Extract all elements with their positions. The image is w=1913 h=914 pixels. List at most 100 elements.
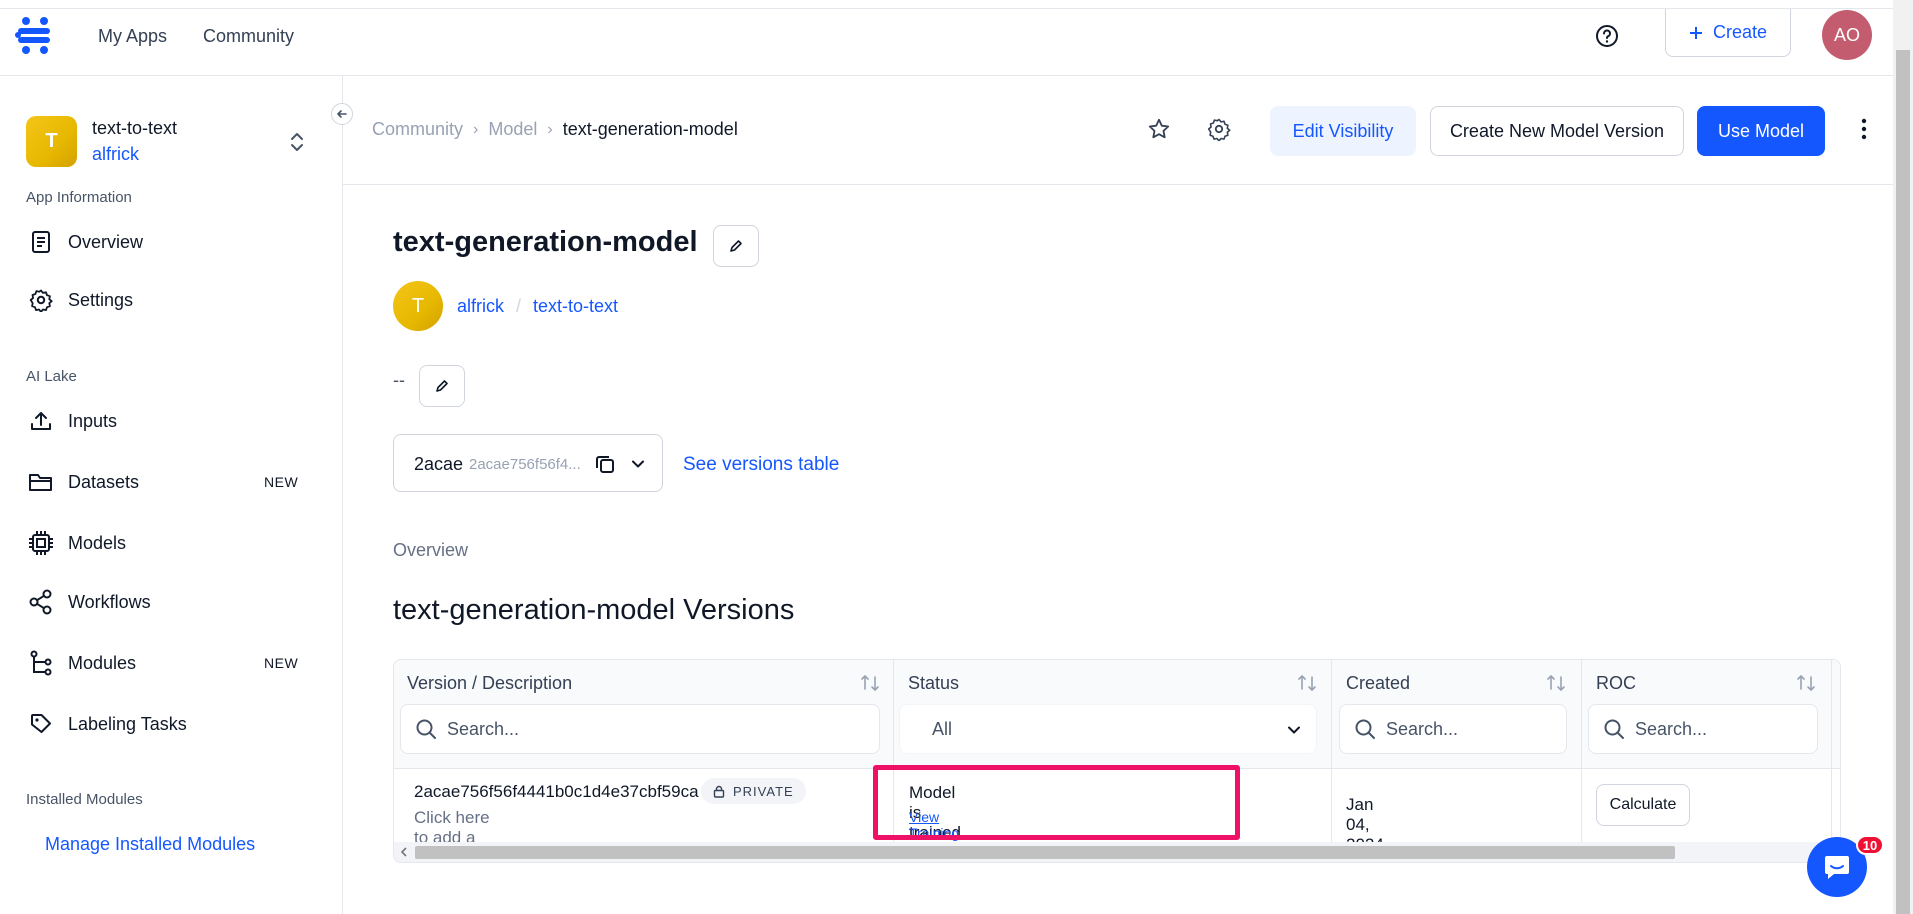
edit-visibility-button[interactable]: Edit Visibility [1270,106,1416,156]
see-versions-table-link[interactable]: See versions table [683,454,839,476]
search-placeholder: Search... [447,718,520,739]
more-vertical-icon[interactable] [1850,115,1878,143]
vertical-scrollbar[interactable] [1893,0,1913,914]
sidebar-item-label: Datasets [68,471,140,492]
sort-icon[interactable] [1296,672,1318,694]
copy-icon[interactable] [594,453,616,475]
edit-title-button[interactable] [713,225,759,267]
user-avatar[interactable]: AO [1822,10,1872,60]
private-badge: PRIVATE [701,778,806,804]
sort-icon[interactable] [1545,672,1567,694]
versions-title: text-generation-model Versions [393,594,795,626]
sidebar-item-label: Inputs [68,410,118,431]
sidebar-item-inputs[interactable]: Inputs [28,406,117,436]
pencil-icon [730,240,742,252]
edit-description-button[interactable] [419,365,465,407]
created-search-input[interactable]: Search... [1339,704,1567,754]
model-description: -- [393,370,405,390]
column-created[interactable]: Created [1346,673,1410,694]
manage-installed-modules-link[interactable]: Manage Installed Modules [45,834,255,855]
create-button[interactable]: Create [1665,9,1791,57]
plus-icon [1689,26,1702,39]
upload-icon [28,408,54,434]
tag-icon [28,711,54,737]
top-bar: My Apps Community Create AO [0,8,1893,76]
app-switcher-icon[interactable] [288,130,306,154]
roc-search-input[interactable]: Search... [1588,704,1818,754]
chevron-down-icon[interactable] [630,456,646,472]
horizontal-scrollbar[interactable] [394,842,1840,862]
sidebar-item-models[interactable]: Models [28,528,126,558]
folder-icon [28,469,54,495]
clarifai-logo-icon[interactable] [14,15,54,55]
app-name[interactable]: text-to-text [92,118,177,139]
section-ai-lake: AI Lake [26,368,77,385]
page-title: text-generation-model [393,226,698,258]
version-search-input[interactable]: Search... [400,704,880,754]
search-icon [416,719,436,739]
pencil-icon [436,380,448,392]
section-installed-modules: Installed Modules [26,791,143,808]
version-id[interactable]: 2acae756f56f4441b0c1d4e37cbf59ca [414,782,699,802]
breadcrumb-model[interactable]: Model [488,119,537,140]
sidebar-item-overview[interactable]: Overview [28,227,143,257]
sidebar-item-label: Labeling Tasks [68,713,187,734]
create-new-model-version-button[interactable]: Create New Model Version [1430,106,1684,156]
chevron-down-icon [1288,726,1300,734]
help-icon[interactable] [1594,23,1620,49]
star-icon[interactable] [1145,115,1173,143]
version-full-id: 2acae756f56f4... [469,456,581,473]
sidebar: T text-to-text alfrick App Information O… [0,76,343,914]
status-filter-value: All [932,718,953,739]
lock-icon [713,785,725,798]
search-placeholder: Search... [1635,718,1708,739]
vertical-scroll-thumb[interactable] [1896,50,1910,914]
create-label: Create [1712,22,1768,42]
calculate-roc-button[interactable]: Calculate [1596,784,1690,826]
horizontal-scroll-thumb[interactable] [415,846,1675,859]
search-icon [1604,719,1624,739]
page-header: Community › Model › text-generation-mode… [343,76,1893,185]
overview-label: Overview [393,540,469,560]
chat-icon [1825,856,1849,879]
gear-icon [28,287,54,313]
column-status[interactable]: Status [908,673,959,694]
chip-icon [28,530,54,556]
nav-my-apps[interactable]: My Apps [98,26,167,47]
owner-avatar: T [393,281,443,331]
app-link[interactable]: text-to-text [533,296,618,317]
column-divider [1831,660,1832,842]
search-icon [1355,719,1375,739]
sidebar-item-label: Modules [68,652,137,673]
use-model-button[interactable]: Use Model [1697,106,1825,156]
sidebar-item-settings[interactable]: Settings [28,285,133,315]
sort-icon[interactable] [859,672,881,694]
version-short-id: 2acae [414,454,464,474]
share-nodes-icon [28,589,54,615]
breadcrumb-community[interactable]: Community [372,119,463,140]
sidebar-item-datasets[interactable]: Datasets [28,467,139,497]
column-roc[interactable]: ROC [1596,673,1636,694]
collapse-sidebar-icon[interactable] [331,103,353,125]
owner-app-path: alfrick / text-to-text [457,296,618,317]
sidebar-item-workflows[interactable]: Workflows [28,587,151,617]
status-filter-select[interactable]: All [899,704,1317,754]
sort-icon[interactable] [1795,672,1817,694]
sidebar-item-labeling-tasks[interactable]: Labeling Tasks [28,709,187,739]
column-divider [1581,660,1582,842]
version-select[interactable]: 2acae 2acae756f56f4... [393,434,663,492]
unread-count-badge: 10 [1856,835,1884,855]
owner-link[interactable]: alfrick [457,296,504,317]
app-avatar: T [26,116,77,167]
document-icon [28,229,54,255]
sidebar-item-modules[interactable]: Modules [28,648,136,678]
app-owner-link[interactable]: alfrick [92,144,139,165]
gear-icon[interactable] [1205,115,1233,143]
sidebar-item-label: Workflows [68,591,151,612]
column-divider [1331,660,1332,842]
column-version[interactable]: Version / Description [407,673,572,694]
nav-community[interactable]: Community [203,26,294,47]
search-placeholder: Search... [1386,718,1459,739]
scroll-left-icon[interactable] [400,847,408,857]
path-separator: / [516,296,522,316]
